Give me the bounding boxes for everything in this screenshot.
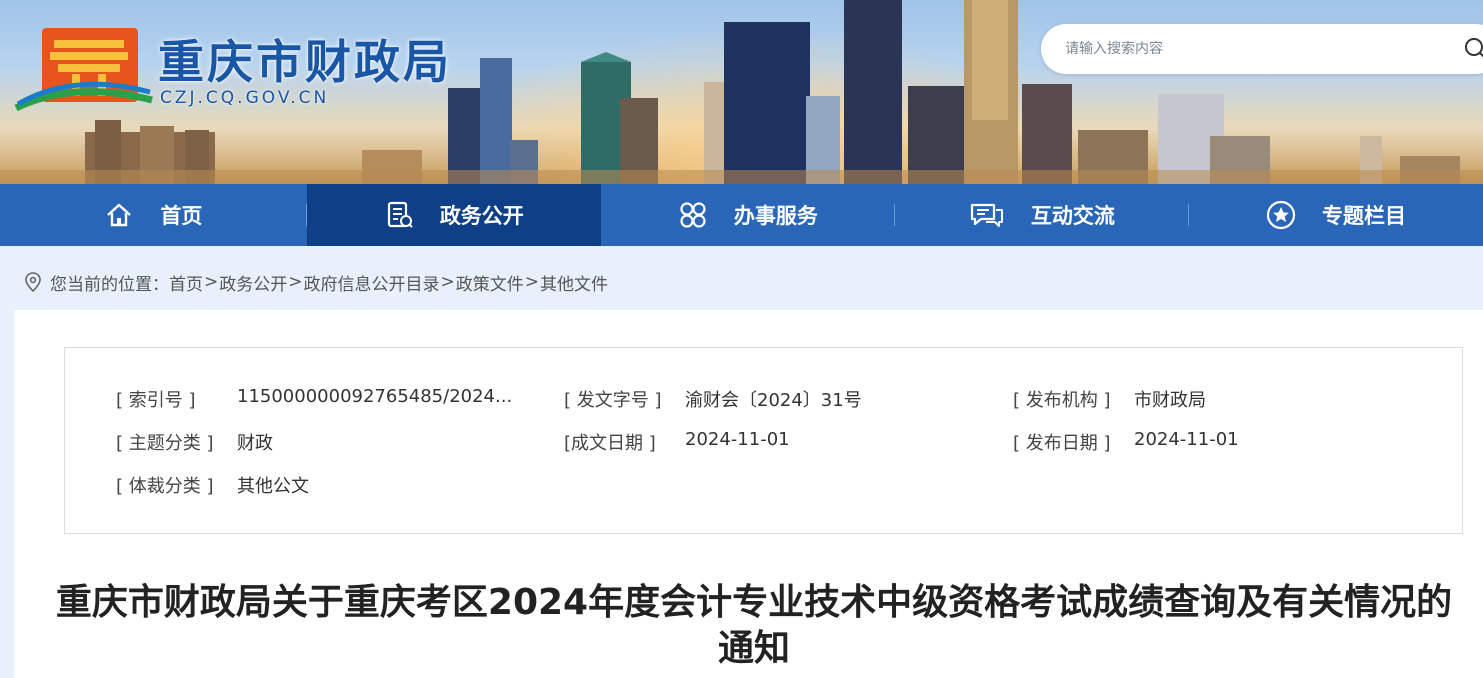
- site-name: 重庆市财政局: [158, 35, 452, 89]
- metadata-value: 2024-11-01: [1134, 429, 1239, 450]
- metadata-row: [ 主题分类 ] 财政 [成文日期 ] 2024-11-01 [ 发布日期 ] …: [65, 429, 1464, 459]
- document-metadata-table: [ 索引号 ] 115000000092765485/2024... [ 发文字…: [64, 347, 1463, 534]
- metadata-doc-no: [ 发文字号 ] 渝财会〔2024〕31号: [564, 386, 862, 412]
- metadata-row: [ 索引号 ] 115000000092765485/2024... [ 发文字…: [65, 386, 1464, 416]
- metadata-topic: [ 主题分类 ] 财政: [116, 429, 273, 455]
- finance-bureau-logo: [14, 28, 153, 112]
- document-icon: [387, 201, 413, 228]
- metadata-label: [ 发布日期 ]: [1013, 433, 1111, 454]
- breadcrumb-link-info-catalog[interactable]: 政府信息公开目录: [304, 270, 440, 295]
- nav-item-label: 互动交流: [1030, 204, 1115, 228]
- metadata-label: [ 体裁分类 ]: [116, 476, 214, 497]
- metadata-label: [ 发布机构 ]: [1013, 390, 1111, 411]
- metadata-created-date: [成文日期 ] 2024-11-01: [564, 429, 790, 455]
- metadata-published-date: [ 发布日期 ] 2024-11-01: [1013, 429, 1239, 455]
- main-nav: 首页 政务公开 办事服务 互动交流 专题栏目: [0, 184, 1483, 246]
- metadata-label: [ 主题分类 ]: [116, 433, 214, 454]
- metadata-label: [成文日期 ]: [564, 433, 656, 454]
- search-input[interactable]: [1065, 38, 1445, 60]
- nav-item-interaction[interactable]: 互动交流: [895, 184, 1189, 246]
- breadcrumb-link-other-docs[interactable]: 其他文件: [540, 270, 608, 295]
- metadata-index-no: [ 索引号 ] 115000000092765485/2024...: [116, 386, 512, 412]
- nav-item-label: 专题栏目: [1321, 204, 1406, 228]
- metadata-label: [ 发文字号 ]: [564, 390, 662, 411]
- metadata-value: 其他公文: [237, 476, 309, 497]
- document-title: 重庆市财政局关于重庆考区2024年度会计专业技术中级资格考试成绩查询及有关情况的…: [55, 582, 1453, 669]
- breadcrumb: 您当前的位置： 首页 > 政务公开 > 政府信息公开目录 > 政策文件 > 其他…: [24, 270, 608, 295]
- star-icon: [1266, 200, 1296, 230]
- metadata-issuer: [ 发布机构 ] 市财政局: [1013, 386, 1206, 412]
- content-card: [ 索引号 ] 115000000092765485/2024... [ 发文字…: [14, 310, 1483, 678]
- nav-item-home[interactable]: 首页: [0, 184, 307, 246]
- metadata-row: [ 体裁分类 ] 其他公文: [65, 472, 1464, 502]
- breadcrumb-separator: >: [440, 272, 455, 292]
- metadata-value: 2024-11-01: [685, 429, 790, 450]
- nav-item-label: 首页: [160, 204, 203, 228]
- breadcrumb-separator: >: [524, 272, 539, 292]
- chat-icon: [970, 203, 1003, 227]
- metadata-value: 财政: [237, 433, 273, 454]
- search-icon[interactable]: [1463, 36, 1483, 62]
- breadcrumb-prefix: 您当前的位置：: [50, 274, 169, 295]
- home-icon: [107, 203, 132, 227]
- metadata-value: 市财政局: [1134, 390, 1206, 411]
- breadcrumb-separator: >: [204, 272, 219, 292]
- location-pin-icon: [25, 272, 41, 292]
- metadata-value: 渝财会〔2024〕31号: [685, 390, 862, 411]
- metadata-genre: [ 体裁分类 ] 其他公文: [116, 472, 309, 498]
- metadata-value: 115000000092765485/2024...: [237, 386, 513, 407]
- site-domain: CZJ.CQ.GOV.CN: [160, 88, 330, 108]
- breadcrumb-link-home[interactable]: 首页: [169, 270, 203, 295]
- nav-item-label: 政务公开: [439, 204, 524, 228]
- nav-item-gov-affairs[interactable]: 政务公开: [306, 184, 601, 246]
- nav-item-services[interactable]: 办事服务: [601, 184, 895, 246]
- breadcrumb-link-gov-affairs[interactable]: 政务公开: [219, 270, 287, 295]
- metadata-label: [ 索引号 ]: [116, 390, 196, 411]
- search-box: [1041, 24, 1483, 74]
- nav-item-label: 办事服务: [733, 204, 818, 228]
- nav-item-topics[interactable]: 专题栏目: [1189, 184, 1483, 246]
- header-banner: 重庆市财政局 CZJ.CQ.GOV.CN: [0, 0, 1483, 184]
- grid-icon: [680, 202, 706, 228]
- breadcrumb-link-policy-docs[interactable]: 政策文件: [456, 270, 524, 295]
- breadcrumb-separator: >: [288, 272, 303, 292]
